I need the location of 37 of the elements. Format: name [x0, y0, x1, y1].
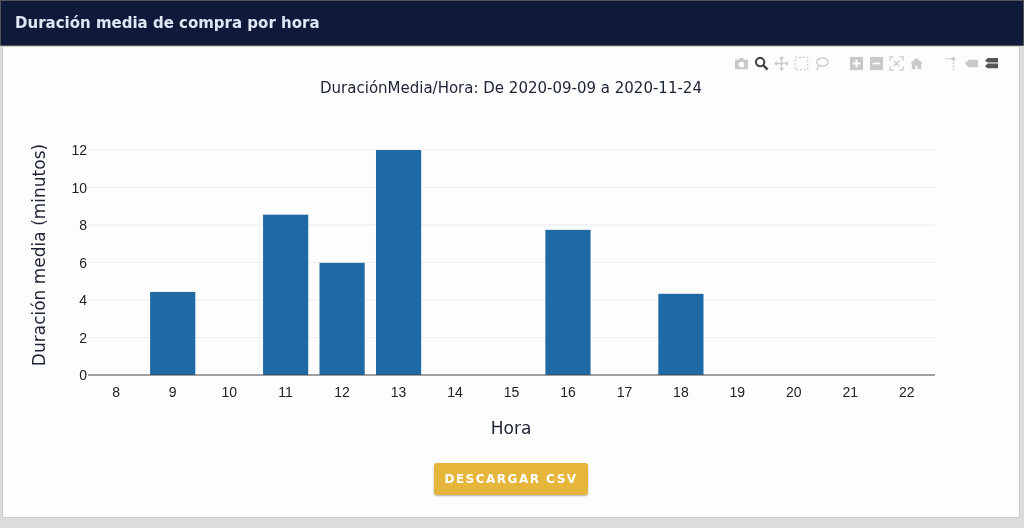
x-tick-label: 20: [786, 384, 802, 400]
x-tick-label: 19: [729, 384, 746, 400]
y-tick-label: 2: [79, 329, 87, 346]
y-tick-label: 0: [79, 367, 87, 383]
x-tick-label: 10: [221, 384, 237, 400]
x-axis-title: Hora: [490, 418, 532, 438]
y-axis-title: Duración media (minutos): [29, 143, 49, 367]
camera-icon[interactable]: [734, 55, 749, 71]
x-tick-label: 22: [899, 384, 915, 400]
y-tick-label: 4: [79, 292, 87, 308]
x-tick-label: 9: [168, 384, 177, 400]
chart-title: DuraciónMedia/Hora: De 2020-09-09 a 2020-11-24: [320, 79, 702, 97]
lasso-icon[interactable]: [814, 55, 829, 71]
x-tick-label: 8: [112, 384, 121, 400]
box-select-icon[interactable]: [794, 55, 809, 71]
zoom-icon[interactable]: [754, 55, 769, 71]
x-tick-label: 14: [447, 384, 463, 400]
x-tick-label: 11: [278, 384, 293, 400]
home-icon[interactable]: [909, 55, 924, 71]
y-tick-label: 8: [79, 217, 87, 233]
x-tick-label: 16: [560, 384, 576, 400]
y-tick-label: 6: [79, 254, 87, 271]
compare-icon[interactable]: [984, 55, 999, 71]
zoom-in-icon[interactable]: [849, 55, 864, 71]
x-tick-label: 17: [616, 384, 633, 400]
zoom-out-icon[interactable]: [869, 55, 884, 71]
page-title: Duración media de compra por hora: [15, 14, 320, 32]
y-tick-label: 12: [71, 142, 87, 158]
autoscale-icon[interactable]: [889, 55, 904, 71]
pan-icon[interactable]: [774, 55, 789, 71]
x-tick-label: 18: [673, 384, 689, 400]
x-tick-label: 13: [390, 384, 407, 400]
x-tick-label: 15: [503, 384, 520, 400]
x-tick-label: 12: [334, 384, 350, 400]
y-tick-label: 10: [71, 179, 87, 196]
download-button[interactable]: DESCARGAR CSV: [434, 463, 588, 495]
x-tick-label: 21: [842, 384, 859, 400]
